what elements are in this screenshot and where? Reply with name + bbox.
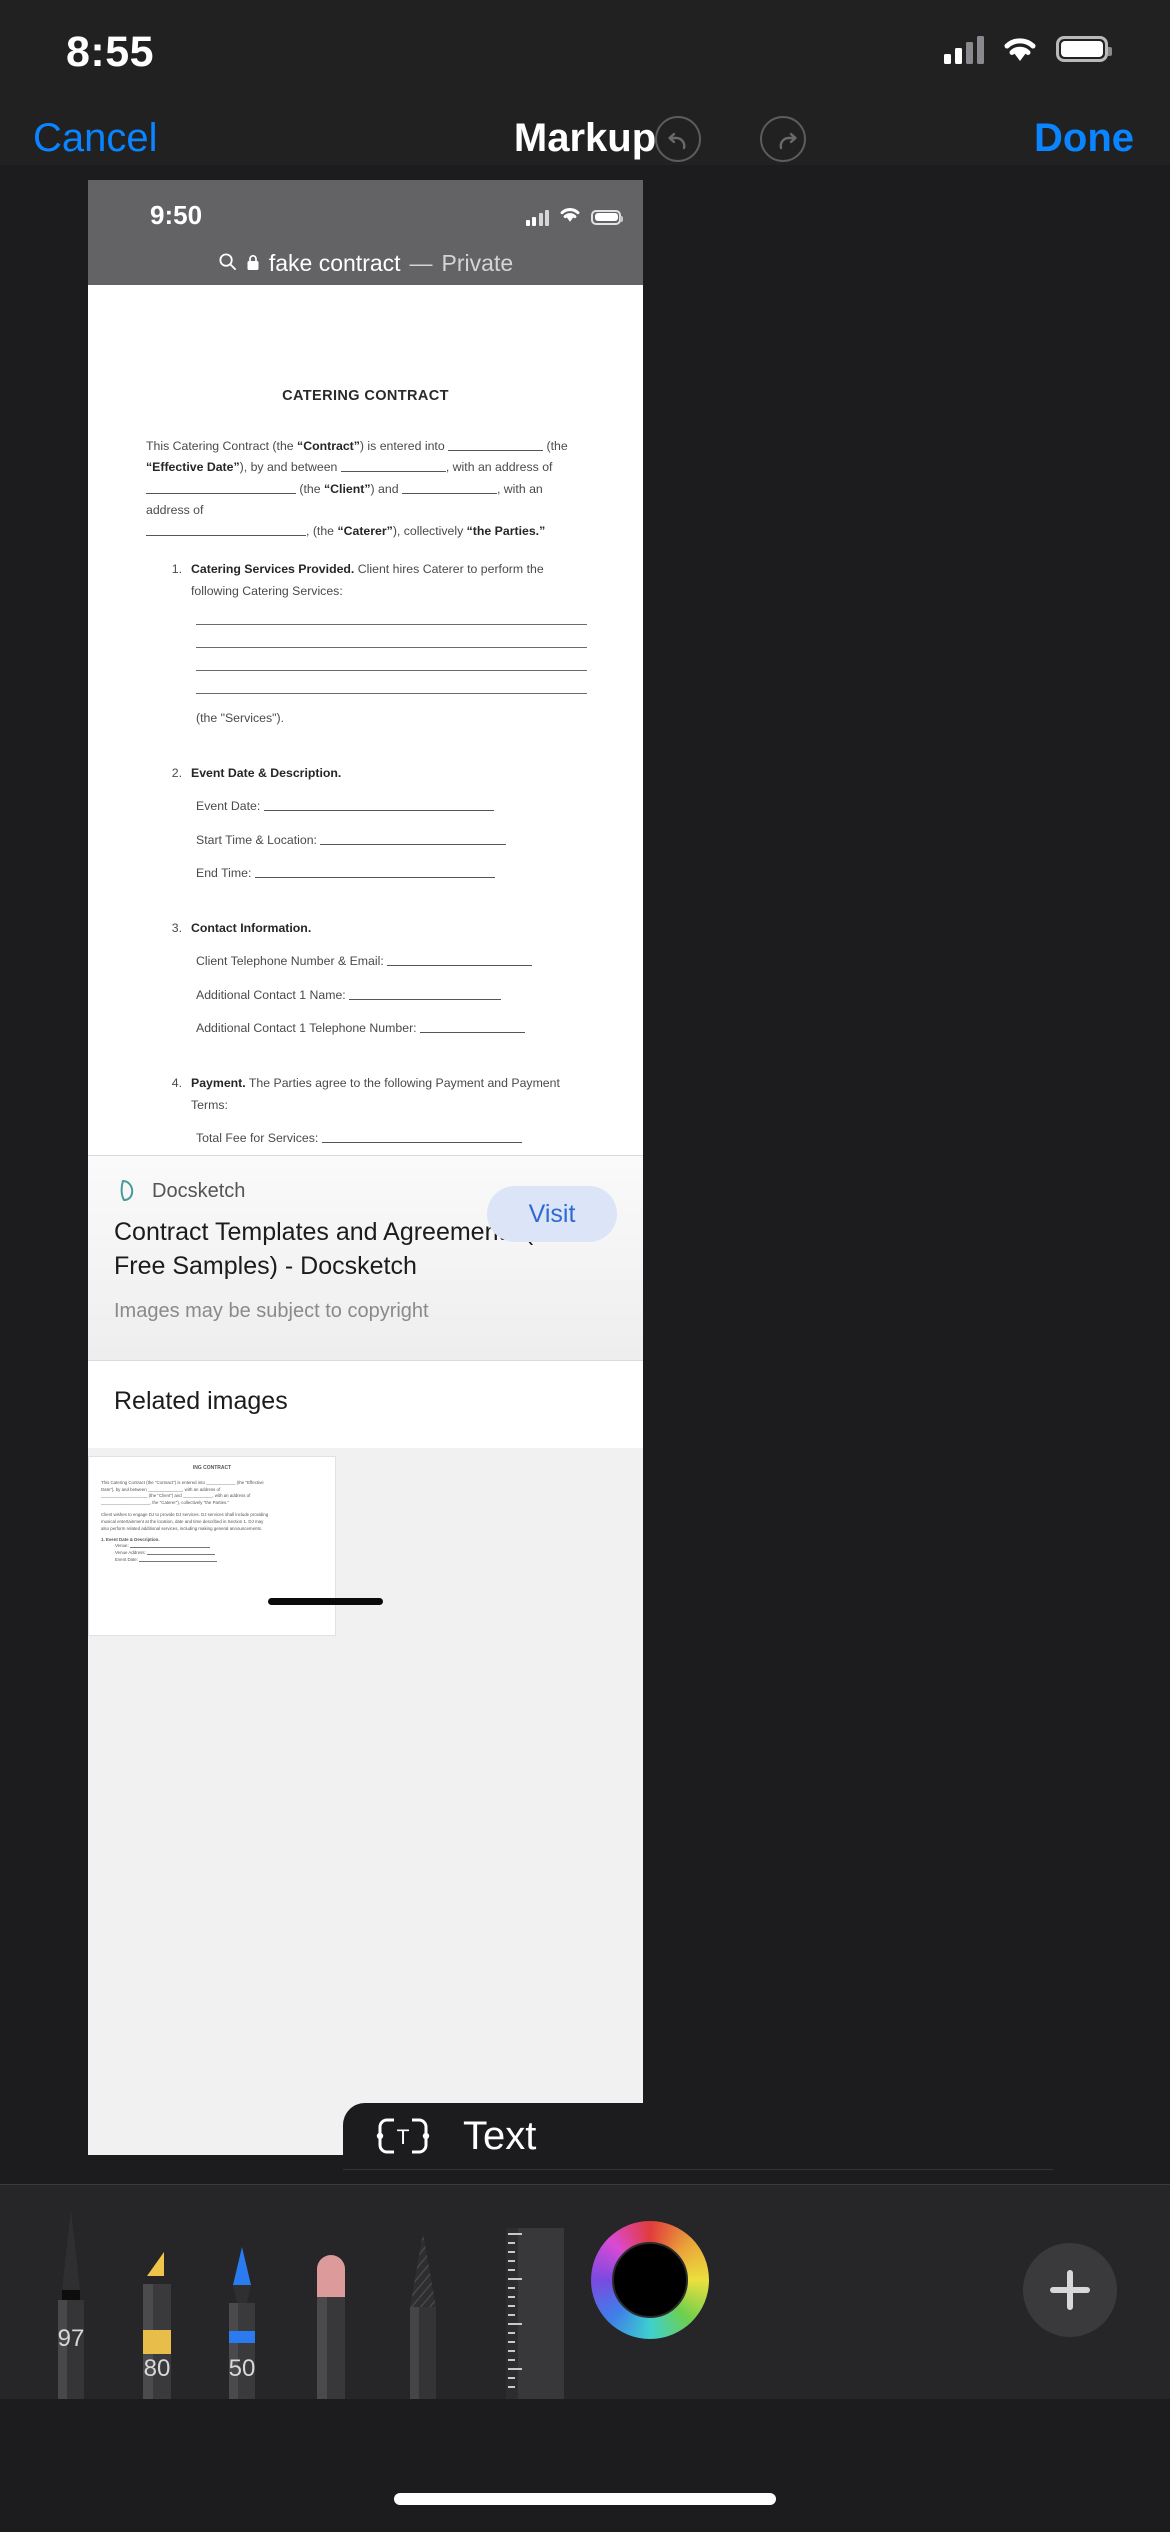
tool-lasso[interactable]: [394, 2229, 452, 2399]
thumbnail-field: Venue Address:: [115, 1550, 323, 1557]
contract-intro: This Catering Contract (the “Contract”) …: [88, 436, 643, 1149]
field-row: Additional Contact 1 Name:: [196, 985, 587, 1006]
field-label: Additional Contact 1 Telephone Number:: [196, 1020, 417, 1035]
redo-icon[interactable]: [760, 116, 806, 162]
add-color-button[interactable]: [1023, 2243, 1117, 2337]
thumbnail-line: musical entertainment at the location, d…: [101, 1518, 264, 1524]
search-separator: —: [409, 249, 433, 276]
search-result-card[interactable]: Docsketch Contract Templates and Agreeme…: [88, 1155, 643, 1360]
section-number: 4.: [171, 1076, 182, 1091]
section-heading: Event Date & Description.: [191, 766, 342, 781]
field-row: Start Time & Location:: [196, 830, 587, 851]
field-row: Event Date:: [196, 796, 587, 817]
tool-opacity-value: 50: [228, 2355, 256, 2382]
field-row: Client Telephone Number & Email:: [196, 951, 587, 972]
thumbnail-line: also perform related additional services…: [101, 1525, 263, 1531]
contract-section: 4. Payment. The Parties agree to the fol…: [168, 1073, 587, 1116]
tool-ruler[interactable]: [498, 2224, 576, 2399]
tool-pen[interactable]: 97: [42, 2204, 100, 2399]
tool-palette[interactable]: 97 80 50: [0, 2184, 1170, 2399]
result-source-name: Docsketch: [152, 1179, 246, 1202]
related-images-heading: Related images: [114, 1387, 288, 1415]
status-bar: 8:55: [0, 0, 1170, 110]
markup-toolbar: Cancel Markup Done: [0, 110, 1170, 165]
docsketch-logo-icon: [114, 1178, 140, 1204]
screenshot-status-indicators: [525, 206, 623, 228]
contract-title: CATERING CONTRACT: [282, 388, 449, 404]
tool-opacity-value: 97: [57, 2325, 85, 2352]
cellular-signal-icon: [944, 34, 984, 64]
contract-section: 1. Catering Services Provided. Client hi…: [168, 559, 587, 602]
battery-icon: [1056, 36, 1112, 62]
search-bar[interactable]: fake contract — Private: [88, 242, 643, 284]
battery-icon: [591, 209, 623, 225]
related-images-section: Related images: [88, 1360, 643, 1448]
undo-icon[interactable]: [655, 116, 701, 162]
section-number: 2.: [171, 766, 182, 781]
page-title: Markup: [513, 116, 657, 160]
related-image-thumbnail[interactable]: ING CONTRACT This Catering Contract (the…: [88, 1456, 336, 1636]
tool-opacity-value: 80: [143, 2355, 171, 2382]
thumbnail-section: 1. Event Date & Description.: [101, 1536, 160, 1542]
section-heading: Contact Information.: [191, 921, 312, 936]
text-box-icon: T: [343, 2113, 463, 2159]
status-bar-time: 8:55: [66, 28, 155, 76]
section-number: 1.: [171, 562, 182, 577]
status-bar-indicators: [944, 34, 1112, 64]
screenshot-page-content: CATERING CONTRACT This Catering Contract…: [88, 285, 643, 2155]
copyright-note: Images may be subject to copyright: [114, 1299, 429, 1322]
markup-redaction-stroke[interactable]: [268, 1598, 383, 1605]
field-label: Additional Contact 1 Name:: [196, 987, 346, 1002]
markup-screen: 8:55 Cancel Markup Done 9:50 fake contra…: [0, 0, 1170, 2532]
thumbnail-line: Date"), by and between ______________, w…: [101, 1486, 221, 1492]
home-indicator[interactable]: [394, 2493, 776, 2505]
private-mode-label: Private: [441, 249, 514, 276]
related-images-grid[interactable]: ING CONTRACT This Catering Contract (the…: [88, 1448, 643, 2155]
contract-section: 2. Event Date & Description.: [168, 763, 587, 784]
tool-eraser[interactable]: [302, 2247, 360, 2399]
markup-canvas[interactable]: 9:50 fake contract — Private CATERING CO…: [0, 165, 1170, 2433]
thumbnail-line: ____________________, the "Caterer"), co…: [101, 1500, 230, 1506]
tool-marker[interactable]: 50: [213, 2241, 271, 2399]
screenshot-status-time: 9:50: [150, 200, 203, 230]
section-number: 3.: [171, 921, 182, 936]
field-row: Total Fee for Services:: [196, 1128, 587, 1149]
services-definition: (the "Services").: [196, 710, 284, 725]
thumbnail-field: Event Date:: [115, 1557, 323, 1564]
thumbnail-line: Client wishes to engage DJ to provide DJ…: [101, 1512, 269, 1518]
contract-document: CATERING CONTRACT This Catering Contract…: [88, 285, 643, 1183]
section-heading: Catering Services Provided.: [191, 562, 355, 577]
thumbnail-line: ___________________ (the "Client") and _…: [101, 1493, 251, 1499]
screenshot-status-bar: 9:50 fake contract — Private: [88, 180, 643, 285]
thumbnail-title: ING CONTRACT: [192, 1465, 232, 1471]
menu-item-label: Text: [463, 2113, 537, 2158]
visit-button[interactable]: Visit: [487, 1186, 617, 1242]
search-query-text: fake contract: [268, 249, 401, 276]
field-label: Start Time & Location:: [196, 832, 317, 847]
color-wheel-icon[interactable]: [591, 2221, 709, 2339]
section-heading: Payment.: [191, 1076, 246, 1091]
search-icon: [218, 250, 237, 277]
field-label: Event Date:: [196, 799, 261, 814]
wifi-icon: [559, 206, 581, 228]
field-label: End Time:: [196, 865, 252, 880]
screenshot-image[interactable]: 9:50 fake contract — Private CATERING CO…: [88, 180, 643, 2155]
svg-text:T: T: [397, 2126, 410, 2149]
menu-item-text[interactable]: T Text: [343, 2103, 1053, 2170]
done-button[interactable]: Done: [1034, 116, 1134, 161]
wifi-icon: [1002, 35, 1038, 63]
thumbnail-field: Venue:: [115, 1543, 323, 1550]
contract-sections: 1. Catering Services Provided. Client hi…: [146, 559, 587, 1149]
field-row: End Time:: [196, 863, 587, 884]
cellular-signal-icon: [525, 209, 549, 226]
thumbnail-line: This Catering Contract (the "Contract") …: [101, 1479, 264, 1485]
field-label: Client Telephone Number & Email:: [196, 954, 384, 969]
tool-highlighter[interactable]: 80: [128, 2244, 186, 2399]
field-row: Additional Contact 1 Telephone Number:: [196, 1018, 587, 1039]
section-text: The Parties agree to the following Payme…: [191, 1076, 560, 1112]
lock-icon: [246, 250, 260, 277]
field-label: Total Fee for Services:: [196, 1130, 319, 1145]
contract-section: 3. Contact Information.: [168, 918, 587, 939]
